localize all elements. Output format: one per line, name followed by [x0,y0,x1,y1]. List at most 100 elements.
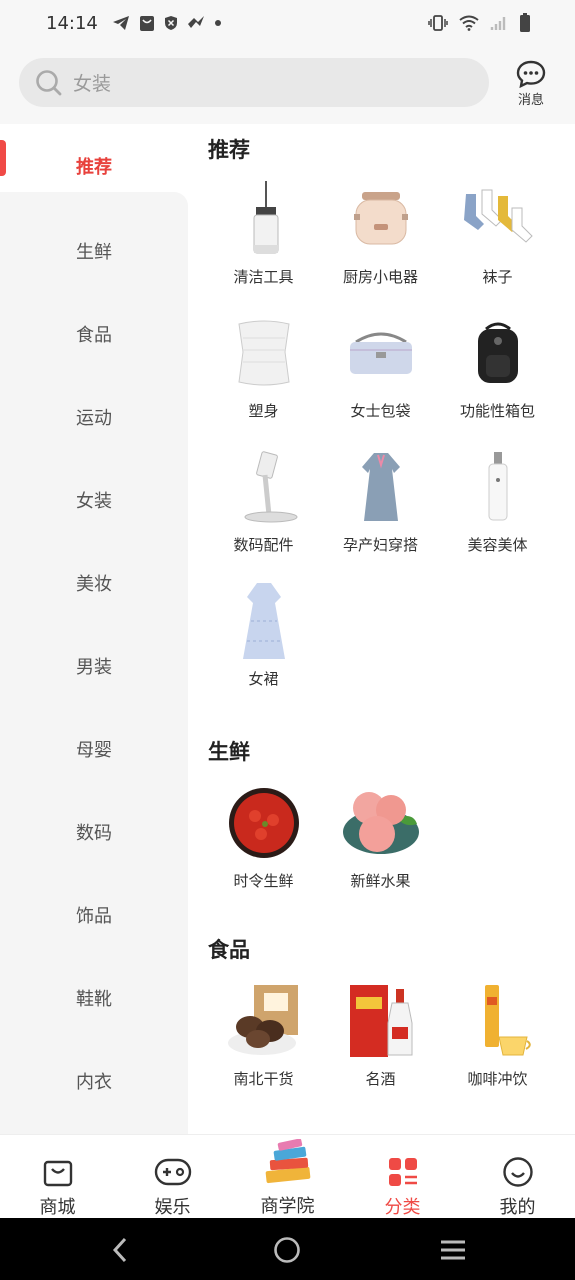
category-content: 推荐 清洁工具 厨房小电器 袜子 塑身 女士包袋 功能性箱包 数码配件 孕产妇穿… [188,124,575,1134]
tab-label: 我的 [499,1197,536,1218]
tab-mall[interactable]: 商城 [0,1135,115,1219]
sidebar-item-label: 美妆 [76,573,112,595]
coffee-icon [457,980,539,1062]
sidebar-item-digital[interactable]: 数码 [0,790,188,873]
dessert-icon [457,1114,539,1134]
canned-food-icon [223,1114,305,1134]
category-item-partial[interactable] [205,1114,322,1134]
category-item-label: 功能性箱包 [459,402,535,420]
sidebar-item-menswear[interactable]: 男装 [0,624,188,707]
back-icon[interactable] [101,1230,141,1270]
sidebar-item-label: 饰品 [76,905,112,927]
status-bar: 14:14 [0,0,575,46]
sidebar-item-recommend[interactable]: 推荐 [0,124,188,207]
books-icon [258,1135,318,1192]
category-item-partial[interactable] [322,1114,439,1134]
sidebar-item-beauty[interactable]: 美妆 [0,541,188,624]
category-item[interactable]: 咖啡冲饮 [439,980,556,1110]
smile-icon [502,1152,534,1191]
wifi-icon [459,15,479,31]
sidebar-item-food[interactable]: 食品 [0,292,188,375]
crayfish-icon [223,782,305,864]
category-item[interactable]: 孕产妇穿搭 [322,446,439,576]
system-nav-bar [0,1218,575,1280]
category-item[interactable]: 袜子 [439,178,556,308]
chat-bubble-icon [516,60,546,88]
home-icon[interactable] [267,1230,307,1270]
category-item[interactable]: 名酒 [322,980,439,1110]
sidebar-item-label: 生鲜 [76,241,112,263]
category-item[interactable]: 时令生鲜 [205,782,322,912]
cooker-icon [340,178,422,260]
sidebar-item-underwear[interactable]: 内衣 [0,1039,188,1122]
category-item[interactable]: 新鲜水果 [322,782,439,912]
snack-box-icon [340,1114,422,1134]
category-item-label: 清洁工具 [233,268,294,286]
sidebar-item-fresh[interactable]: 生鲜 [0,209,188,292]
tab-entertainment[interactable]: 娱乐 [115,1135,230,1219]
category-item-label: 咖啡冲饮 [467,1070,528,1088]
tab-business-school[interactable]: 商学院 [230,1135,345,1219]
sidebar-item-label: 母婴 [76,739,112,761]
category-item[interactable]: 南北干货 [205,980,322,1110]
category-item[interactable]: 清洁工具 [205,178,322,308]
category-item[interactable]: 女士包袋 [322,312,439,442]
category-item-label: 南北干货 [233,1070,294,1088]
category-item-label: 新鲜水果 [350,872,411,890]
search-bar[interactable]: 女装 [19,58,489,107]
maternity-dress-icon [340,446,422,528]
app-screen: 14:14 女装 消息 推荐 生鲜 食品 运动 女装 美妆 男装 母婴 数码 饰… [0,0,575,1280]
category-item-label: 孕产妇穿搭 [342,536,418,554]
message-button[interactable]: 消息 [510,60,552,108]
category-item-label: 美容美体 [467,536,528,554]
tab-label: 娱乐 [154,1197,191,1218]
sidebar-item-womenswear[interactable]: 女装 [0,458,188,541]
category-item[interactable]: 功能性箱包 [439,312,556,442]
section-title: 推荐 [208,138,250,162]
sidebar-item-sports[interactable]: 运动 [0,375,188,458]
backpack-icon [457,312,539,394]
section-title: 生鲜 [208,740,250,764]
beauty-device-icon [457,446,539,528]
tab-profile[interactable]: 我的 [460,1135,575,1219]
liquor-icon [340,980,422,1062]
category-item-partial[interactable] [439,1114,556,1134]
category-item[interactable]: 数码配件 [205,446,322,576]
socks-icon [457,178,539,260]
shopping-bag-icon [42,1152,74,1191]
bag-icon [139,15,155,32]
search-icon [35,69,63,97]
mushroom-icon [223,980,305,1062]
section-title: 食品 [208,938,250,962]
category-item-label: 女士包袋 [350,402,411,420]
status-time: 14:14 [46,12,98,34]
category-item[interactable]: 厨房小电器 [322,178,439,308]
phone-stand-icon [223,446,305,528]
sidebar-item-label: 推荐 [76,156,112,178]
category-item[interactable]: 塑身 [205,312,322,442]
category-item[interactable]: 女裙 [205,580,322,710]
recents-icon[interactable] [433,1230,473,1270]
search-input[interactable]: 女装 [73,69,111,96]
category-item[interactable]: 美容美体 [439,446,556,576]
battery-icon [519,13,531,33]
tab-label: 商学院 [260,1196,315,1217]
sidebar-item-shoes[interactable]: 鞋靴 [0,956,188,1039]
shapewear-icon [223,312,305,394]
sidebar-item-baby[interactable]: 母婴 [0,707,188,790]
sidebar-item-label: 运动 [76,407,112,429]
sidebar-item-label: 鞋靴 [76,988,112,1010]
peach-icon [340,782,422,864]
category-item-label: 时令生鲜 [233,872,294,890]
sidebar-item-label: 内衣 [76,1071,112,1093]
tab-category[interactable]: 分类 [345,1135,460,1219]
sidebar-item-label: 女装 [76,490,112,512]
header: 女装 消息 [0,46,575,124]
active-indicator [0,140,6,176]
category-icon [387,1152,419,1191]
sidebar-item-label: 食品 [76,324,112,346]
category-item-label: 女裙 [248,670,279,688]
feather-icon [187,15,205,31]
sidebar-item-accessories[interactable]: 饰品 [0,873,188,956]
message-label: 消息 [517,93,544,108]
